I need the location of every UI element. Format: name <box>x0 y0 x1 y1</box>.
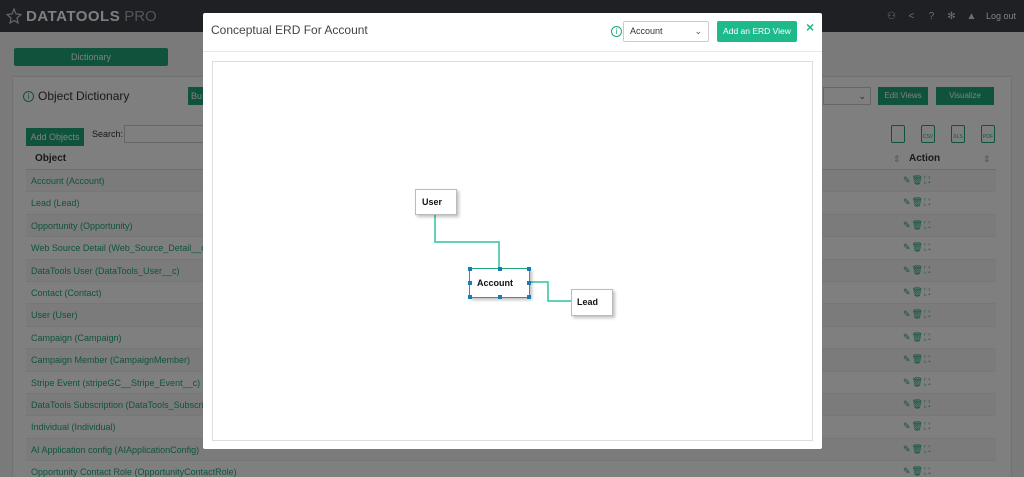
resize-handle[interactable] <box>527 281 531 285</box>
erd-canvas[interactable]: User Account Lead <box>212 61 813 441</box>
resize-handle[interactable] <box>468 267 472 271</box>
resize-handle[interactable] <box>527 295 531 299</box>
info-icon[interactable]: i <box>611 26 622 37</box>
erd-modal: Conceptual ERD For Account i Account ⌄ A… <box>203 13 822 449</box>
erd-node-account[interactable]: Account <box>468 267 531 299</box>
erd-node-label: User <box>422 197 443 207</box>
edge-account-lead <box>529 281 571 302</box>
erd-node-label: Account <box>477 278 513 288</box>
object-select-value: Account <box>630 26 663 36</box>
resize-handle[interactable] <box>527 267 531 271</box>
erd-node-lead[interactable]: Lead <box>571 289 613 316</box>
resize-handle[interactable] <box>498 267 502 271</box>
chevron-down-icon: ⌄ <box>694 26 702 36</box>
object-select[interactable]: Account ⌄ <box>623 21 709 42</box>
resize-handle[interactable] <box>468 295 472 299</box>
resize-handle[interactable] <box>468 281 472 285</box>
add-erd-view-button[interactable]: Add an ERD View <box>717 21 797 42</box>
modal-title: Conceptual ERD For Account <box>211 23 368 37</box>
close-icon[interactable]: × <box>806 19 814 35</box>
erd-edges <box>434 215 571 302</box>
resize-handle[interactable] <box>498 295 502 299</box>
modal-header-divider <box>203 51 822 52</box>
edge-user-account <box>434 215 500 268</box>
erd-node-user[interactable]: User <box>415 189 457 215</box>
erd-node-label: Lead <box>577 297 599 307</box>
